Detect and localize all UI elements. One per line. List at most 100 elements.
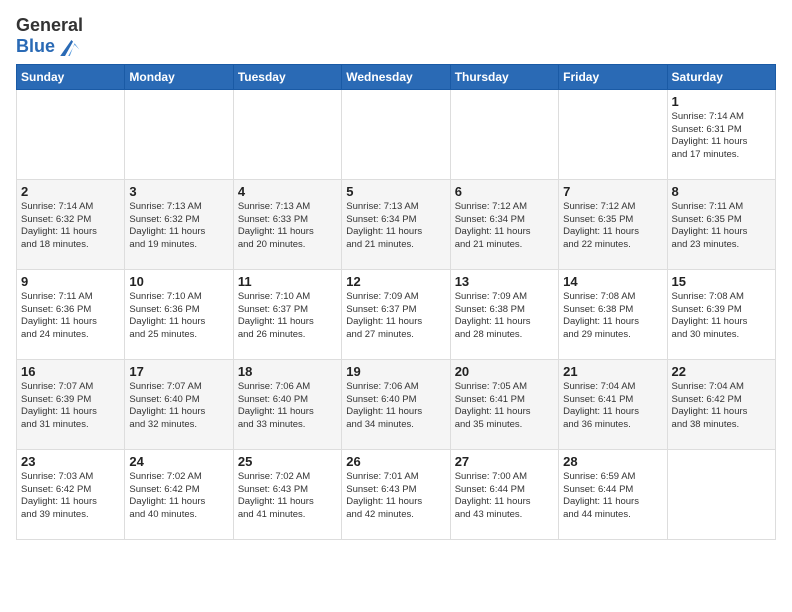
day-number: 16: [21, 364, 120, 379]
day-info: Sunrise: 7:09 AM Sunset: 6:38 PM Dayligh…: [455, 291, 554, 342]
calendar-cell: 10 Sunrise: 7:10 AM Sunset: 6:36 PM Dayli…: [125, 269, 233, 359]
calendar-week-row: 23 Sunrise: 7:03 AM Sunset: 6:42 PM Dayli…: [17, 449, 776, 539]
calendar-week-row: 1 Sunrise: 7:14 AM Sunset: 6:31 PM Daylig…: [17, 89, 776, 179]
day-info: Sunrise: 7:03 AM Sunset: 6:42 PM Dayligh…: [21, 471, 120, 522]
day-number: 12: [346, 274, 445, 289]
day-info: Sunrise: 7:10 AM Sunset: 6:36 PM Dayligh…: [129, 291, 228, 342]
logo: General Blue: [16, 16, 83, 58]
day-number: 13: [455, 274, 554, 289]
day-info: Sunrise: 7:11 AM Sunset: 6:35 PM Dayligh…: [672, 201, 771, 252]
day-info: Sunrise: 7:00 AM Sunset: 6:44 PM Dayligh…: [455, 471, 554, 522]
day-number: 9: [21, 274, 120, 289]
day-number: 27: [455, 454, 554, 469]
calendar-cell: 1 Sunrise: 7:14 AM Sunset: 6:31 PM Daylig…: [667, 89, 775, 179]
calendar-cell: 17 Sunrise: 7:07 AM Sunset: 6:40 PM Dayli…: [125, 359, 233, 449]
day-number: 19: [346, 364, 445, 379]
day-number: 22: [672, 364, 771, 379]
calendar-cell: 8 Sunrise: 7:11 AM Sunset: 6:35 PM Daylig…: [667, 179, 775, 269]
calendar-week-row: 9 Sunrise: 7:11 AM Sunset: 6:36 PM Daylig…: [17, 269, 776, 359]
day-info: Sunrise: 7:08 AM Sunset: 6:38 PM Dayligh…: [563, 291, 662, 342]
calendar-cell: 9 Sunrise: 7:11 AM Sunset: 6:36 PM Daylig…: [17, 269, 125, 359]
calendar-cell: [667, 449, 775, 539]
day-info: Sunrise: 7:11 AM Sunset: 6:36 PM Dayligh…: [21, 291, 120, 342]
day-info: Sunrise: 7:13 AM Sunset: 6:33 PM Dayligh…: [238, 201, 337, 252]
day-info: Sunrise: 7:04 AM Sunset: 6:42 PM Dayligh…: [672, 381, 771, 432]
day-info: Sunrise: 7:13 AM Sunset: 6:32 PM Dayligh…: [129, 201, 228, 252]
day-number: 5: [346, 184, 445, 199]
day-info: Sunrise: 7:10 AM Sunset: 6:37 PM Dayligh…: [238, 291, 337, 342]
calendar-cell: [342, 89, 450, 179]
calendar-cell: 14Sunrise: 7:08 AM Sunset: 6:38 PM Dayli…: [559, 269, 667, 359]
page-header: General Blue: [16, 16, 776, 62]
day-number: 1: [672, 94, 771, 109]
day-number: 28: [563, 454, 662, 469]
day-number: 24: [129, 454, 228, 469]
logo-icon: [57, 38, 81, 58]
weekday-header-monday: Monday: [125, 64, 233, 89]
weekday-header-sunday: Sunday: [17, 64, 125, 89]
calendar-cell: 5 Sunrise: 7:13 AM Sunset: 6:34 PM Daylig…: [342, 179, 450, 269]
day-info: Sunrise: 7:14 AM Sunset: 6:31 PM Dayligh…: [672, 111, 771, 162]
day-info: Sunrise: 7:06 AM Sunset: 6:40 PM Dayligh…: [238, 381, 337, 432]
calendar-cell: 23 Sunrise: 7:03 AM Sunset: 6:42 PM Dayli…: [17, 449, 125, 539]
weekday-header-row: SundayMondayTuesdayWednesdayThursdayFrid…: [17, 64, 776, 89]
calendar-cell: 11 Sunrise: 7:10 AM Sunset: 6:37 PM Dayli…: [233, 269, 341, 359]
day-number: 6: [455, 184, 554, 199]
day-number: 7: [563, 184, 662, 199]
weekday-header-tuesday: Tuesday: [233, 64, 341, 89]
day-number: 15: [672, 274, 771, 289]
calendar-cell: 28 Sunrise: 6:59 AM Sunset: 6:44 PM Dayli…: [559, 449, 667, 539]
calendar-cell: 21Sunrise: 7:04 AM Sunset: 6:41 PM Dayli…: [559, 359, 667, 449]
day-number: 18: [238, 364, 337, 379]
day-info: Sunrise: 7:14 AM Sunset: 6:32 PM Dayligh…: [21, 201, 120, 252]
day-number: 4: [238, 184, 337, 199]
calendar-week-row: 2 Sunrise: 7:14 AM Sunset: 6:32 PM Daylig…: [17, 179, 776, 269]
calendar-cell: 15 Sunrise: 7:08 AM Sunset: 6:39 PM Dayli…: [667, 269, 775, 359]
day-number: 23: [21, 454, 120, 469]
day-number: 11: [238, 274, 337, 289]
calendar-cell: 4 Sunrise: 7:13 AM Sunset: 6:33 PM Daylig…: [233, 179, 341, 269]
calendar-cell: 22 Sunrise: 7:04 AM Sunset: 6:42 PM Dayli…: [667, 359, 775, 449]
day-number: 26: [346, 454, 445, 469]
day-number: 10: [129, 274, 228, 289]
calendar-cell: 7 Sunrise: 7:12 AM Sunset: 6:35 PM Daylig…: [559, 179, 667, 269]
weekday-header-friday: Friday: [559, 64, 667, 89]
day-info: Sunrise: 7:12 AM Sunset: 6:34 PM Dayligh…: [455, 201, 554, 252]
calendar-cell: 13 Sunrise: 7:09 AM Sunset: 6:38 PM Dayli…: [450, 269, 558, 359]
calendar-cell: 16 Sunrise: 7:07 AM Sunset: 6:39 PM Dayli…: [17, 359, 125, 449]
weekday-header-wednesday: Wednesday: [342, 64, 450, 89]
day-number: 2: [21, 184, 120, 199]
day-info: Sunrise: 7:06 AM Sunset: 6:40 PM Dayligh…: [346, 381, 445, 432]
day-number: 20: [455, 364, 554, 379]
day-info: Sunrise: 7:08 AM Sunset: 6:39 PM Dayligh…: [672, 291, 771, 342]
calendar-cell: [125, 89, 233, 179]
day-info: Sunrise: 7:13 AM Sunset: 6:34 PM Dayligh…: [346, 201, 445, 252]
calendar-cell: 25Sunrise: 7:02 AM Sunset: 6:43 PM Dayli…: [233, 449, 341, 539]
calendar-cell: 26 Sunrise: 7:01 AM Sunset: 6:43 PM Dayli…: [342, 449, 450, 539]
weekday-header-saturday: Saturday: [667, 64, 775, 89]
day-info: Sunrise: 7:07 AM Sunset: 6:39 PM Dayligh…: [21, 381, 120, 432]
calendar-cell: 6 Sunrise: 7:12 AM Sunset: 6:34 PM Daylig…: [450, 179, 558, 269]
day-info: Sunrise: 7:12 AM Sunset: 6:35 PM Dayligh…: [563, 201, 662, 252]
day-info: Sunrise: 6:59 AM Sunset: 6:44 PM Dayligh…: [563, 471, 662, 522]
day-number: 17: [129, 364, 228, 379]
calendar-cell: 24 Sunrise: 7:02 AM Sunset: 6:42 PM Dayli…: [125, 449, 233, 539]
calendar-cell: 12 Sunrise: 7:09 AM Sunset: 6:37 PM Dayli…: [342, 269, 450, 359]
day-info: Sunrise: 7:09 AM Sunset: 6:37 PM Dayligh…: [346, 291, 445, 342]
day-number: 8: [672, 184, 771, 199]
title-block: [83, 16, 776, 24]
day-info: Sunrise: 7:02 AM Sunset: 6:42 PM Dayligh…: [129, 471, 228, 522]
day-number: 21: [563, 364, 662, 379]
day-info: Sunrise: 7:07 AM Sunset: 6:40 PM Dayligh…: [129, 381, 228, 432]
calendar-cell: 20Sunrise: 7:05 AM Sunset: 6:41 PM Dayli…: [450, 359, 558, 449]
day-number: 3: [129, 184, 228, 199]
day-number: 25: [238, 454, 337, 469]
logo-general: General: [16, 16, 83, 36]
day-info: Sunrise: 7:01 AM Sunset: 6:43 PM Dayligh…: [346, 471, 445, 522]
weekday-header-thursday: Thursday: [450, 64, 558, 89]
calendar-cell: [450, 89, 558, 179]
calendar-cell: 3 Sunrise: 7:13 AM Sunset: 6:32 PM Daylig…: [125, 179, 233, 269]
logo-blue: Blue: [16, 37, 55, 57]
calendar-cell: 27 Sunrise: 7:00 AM Sunset: 6:44 PM Dayli…: [450, 449, 558, 539]
calendar-week-row: 16 Sunrise: 7:07 AM Sunset: 6:39 PM Dayli…: [17, 359, 776, 449]
